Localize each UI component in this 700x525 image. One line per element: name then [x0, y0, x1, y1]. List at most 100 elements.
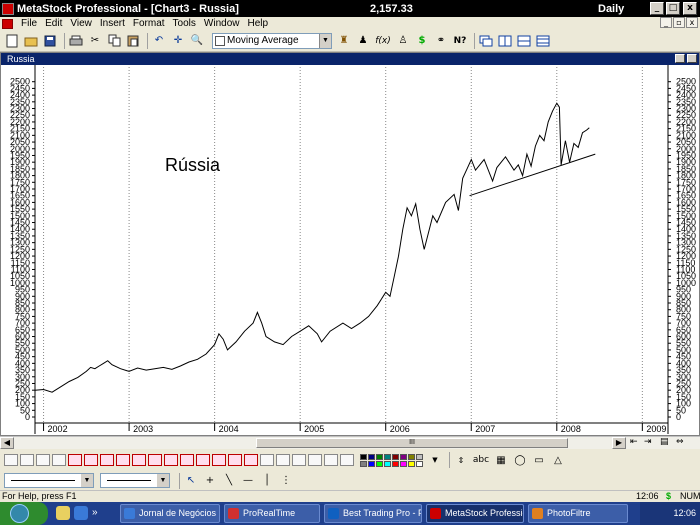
- taskbar-item-prorealtime[interactable]: ProRealTime: [224, 504, 320, 523]
- ellipse-tool-icon[interactable]: ◯: [512, 452, 528, 468]
- pointer-tool-icon[interactable]: ↖: [183, 473, 199, 489]
- color-swatch[interactable]: [376, 460, 383, 467]
- style-button-icon[interactable]: [84, 454, 98, 466]
- color-swatch[interactable]: [392, 453, 399, 460]
- color-palette[interactable]: [360, 453, 423, 467]
- zoom-out-icon[interactable]: ⇤: [630, 437, 638, 447]
- metastock-app-icon[interactable]: [2, 2, 14, 15]
- chart-restore-icon[interactable]: [675, 54, 685, 63]
- crosshair-tool-icon[interactable]: +: [202, 473, 218, 489]
- zoom-in-icon[interactable]: ⇥: [644, 437, 652, 447]
- color-swatch[interactable]: [376, 453, 383, 460]
- explorer-icon[interactable]: ♜: [336, 33, 352, 49]
- style-button-icon[interactable]: [292, 454, 306, 466]
- color-swatch[interactable]: [400, 460, 407, 467]
- dollar-icon[interactable]: $: [414, 33, 430, 49]
- style-button-icon[interactable]: [276, 454, 290, 466]
- chevron-down-icon[interactable]: ▼: [157, 474, 169, 487]
- horizontal-line-tool-icon[interactable]: —: [240, 473, 256, 489]
- whats-this-help-icon[interactable]: N?: [452, 33, 468, 49]
- style-button-icon[interactable]: [228, 454, 242, 466]
- style-button-icon[interactable]: [148, 454, 162, 466]
- style-button-icon[interactable]: [4, 454, 18, 466]
- paste-icon[interactable]: [125, 33, 141, 49]
- color-swatch[interactable]: [360, 453, 367, 460]
- taskbar-item-jornal[interactable]: Jornal de Negócios ...: [120, 504, 220, 523]
- color-swatch[interactable]: [400, 453, 407, 460]
- color-swatch[interactable]: [368, 453, 375, 460]
- style-button-icon[interactable]: [52, 454, 66, 466]
- taskbar-item-metastock[interactable]: MetaStock Professio...: [426, 504, 524, 523]
- tile-vertical-icon[interactable]: [497, 33, 513, 49]
- tile-horizontal-icon[interactable]: [516, 33, 532, 49]
- spin-icon[interactable]: ⇕: [453, 452, 469, 468]
- style-button-icon[interactable]: [340, 454, 354, 466]
- menu-file[interactable]: File: [17, 17, 41, 30]
- cascade-icon[interactable]: [478, 33, 494, 49]
- menu-insert[interactable]: Insert: [96, 17, 129, 30]
- horizontal-scrollbar[interactable]: ◀ III ▶ ⇤ ⇥ ▤ ⇔: [0, 436, 700, 449]
- style-button-icon[interactable]: [68, 454, 82, 466]
- menu-window[interactable]: Window: [200, 17, 244, 30]
- price-chart[interactable]: 0501001502002503003504004505005506006507…: [1, 65, 699, 435]
- open-folder-icon[interactable]: [23, 33, 39, 49]
- system-tester-icon[interactable]: ♙: [395, 33, 411, 49]
- close-button[interactable]: x: [683, 2, 697, 15]
- menu-tools[interactable]: Tools: [169, 17, 200, 30]
- taskbar-item-best-trading[interactable]: Best Trading Pro - P...: [324, 504, 422, 523]
- line-width-select[interactable]: ▼: [100, 473, 170, 488]
- chevron-down-icon[interactable]: ▼: [319, 33, 331, 48]
- new-icon[interactable]: [4, 33, 20, 49]
- color-swatch[interactable]: [384, 453, 391, 460]
- save-icon[interactable]: [42, 33, 58, 49]
- quicklaunch-folder-icon[interactable]: [56, 506, 70, 520]
- scroll-thumb[interactable]: III: [256, 438, 568, 448]
- cut-icon[interactable]: ✂: [87, 33, 103, 49]
- menu-edit[interactable]: Edit: [41, 17, 66, 30]
- menu-format[interactable]: Format: [129, 17, 169, 30]
- style-button-icon[interactable]: [260, 454, 274, 466]
- mdi-restore-icon[interactable]: ▫: [673, 17, 685, 28]
- tile-grid-icon[interactable]: [535, 33, 551, 49]
- chart-annotation[interactable]: Rússia: [165, 155, 221, 175]
- resize-icon[interactable]: ⇔: [676, 437, 684, 447]
- crosshair-icon[interactable]: ✛: [170, 33, 186, 49]
- style-button-icon[interactable]: [36, 454, 50, 466]
- grid-tool-icon[interactable]: ▦: [493, 452, 509, 468]
- color-swatch[interactable]: [360, 460, 367, 467]
- scroll-left-icon[interactable]: ◀: [0, 437, 14, 449]
- undo-icon[interactable]: ↶: [151, 33, 167, 49]
- style-button-icon[interactable]: [164, 454, 178, 466]
- price-series-line[interactable]: [34, 102, 590, 393]
- quicklaunch-ie-icon[interactable]: [74, 506, 88, 520]
- expert-icon[interactable]: ♟: [355, 33, 371, 49]
- style-button-icon[interactable]: [116, 454, 130, 466]
- copy-icon[interactable]: [106, 33, 122, 49]
- color-swatch[interactable]: [384, 460, 391, 467]
- style-button-icon[interactable]: [20, 454, 34, 466]
- style-button-icon[interactable]: [308, 454, 322, 466]
- color-swatch[interactable]: [408, 453, 415, 460]
- chevron-down-icon[interactable]: ▼: [81, 474, 93, 487]
- indicator-select[interactable]: Moving Average ▼: [212, 32, 332, 49]
- taskbar-item-photofiltre[interactable]: PhotoFiltre: [528, 504, 628, 523]
- style-button-icon[interactable]: [244, 454, 258, 466]
- scroll-right-icon[interactable]: ▶: [612, 437, 626, 449]
- line-style-select[interactable]: ▼: [4, 473, 94, 488]
- color-swatch[interactable]: [416, 453, 423, 460]
- text-tool[interactable]: abc: [472, 452, 490, 468]
- scroll-lock-icon[interactable]: ▤: [660, 437, 669, 447]
- print-icon[interactable]: [68, 33, 84, 49]
- minimize-button[interactable]: _: [650, 2, 664, 15]
- chart-doc-icon[interactable]: [2, 18, 13, 29]
- style-button-icon[interactable]: [324, 454, 338, 466]
- style-button-icon[interactable]: [196, 454, 210, 466]
- menu-help[interactable]: Help: [243, 17, 272, 30]
- color-swatch[interactable]: [408, 460, 415, 467]
- zoom-icon[interactable]: 🔍: [189, 33, 205, 49]
- color-swatch[interactable]: [416, 460, 423, 467]
- color-swatch[interactable]: [392, 460, 399, 467]
- indicator-builder-icon[interactable]: f(x): [374, 33, 392, 49]
- color-swatch[interactable]: [368, 460, 375, 467]
- mdi-minimize-icon[interactable]: _: [660, 17, 672, 28]
